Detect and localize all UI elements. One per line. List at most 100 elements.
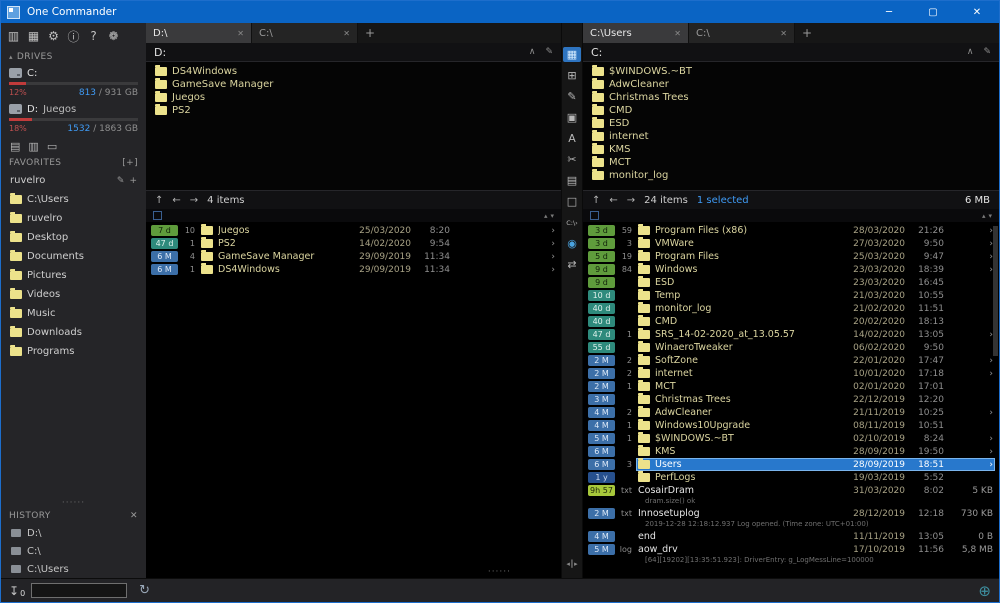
file-row-monitor-log[interactable]: 40 d monitor_log 21/02/2020 11:51 bbox=[583, 302, 999, 315]
settings-gear-icon[interactable]: ⚙ bbox=[44, 27, 63, 46]
file-row-internet[interactable]: 2 M 2 internet 10/01/2020 17:18 › bbox=[583, 367, 999, 380]
tab-close-icon[interactable]: ✕ bbox=[780, 29, 787, 38]
expand-chevron-icon[interactable]: › bbox=[949, 447, 995, 457]
file-row-program-files-x86[interactable]: 3 d 59 Program Files (x86) 28/03/2020 21:26 › bbox=[583, 224, 999, 237]
file-row-winaerotweaker[interactable]: 55 d WinaeroTweaker 06/02/2020 9:50 bbox=[583, 341, 999, 354]
edit-path-icon[interactable]: ✎ bbox=[983, 47, 991, 57]
device-eject-icon[interactable]: ▭ bbox=[47, 140, 57, 153]
paste-icon[interactable]: ▤ bbox=[563, 173, 581, 188]
drive-item-d[interactable]: D: Juegos 18% 1532 / 1863 GB bbox=[1, 101, 146, 137]
expand-chevron-icon[interactable]: › bbox=[949, 434, 995, 444]
edit-path-icon[interactable]: ✎ bbox=[545, 47, 553, 57]
drive-item-c[interactable]: C: 12% 813 / 931 GB bbox=[1, 65, 146, 101]
rename-icon[interactable]: A bbox=[563, 131, 581, 146]
expand-chevron-icon[interactable]: › bbox=[949, 408, 995, 418]
file-row-christmas-trees[interactable]: 3 M Christmas Trees 22/12/2019 12:20 bbox=[583, 393, 999, 406]
sort-desc-icon[interactable]: ▾ bbox=[988, 212, 992, 220]
favorite-item-downloads[interactable]: Downloads bbox=[1, 323, 146, 342]
file-row-windows[interactable]: 9 d 84 Windows 23/03/2020 18:39 › bbox=[583, 263, 999, 276]
scrollbar-thumb[interactable] bbox=[993, 226, 998, 356]
add-favorite-icon[interactable]: [+] bbox=[122, 158, 138, 168]
folder-item-mct[interactable]: MCT bbox=[583, 156, 999, 169]
expand-chevron-icon[interactable]: › bbox=[949, 460, 995, 470]
minimize-button[interactable]: ─ bbox=[867, 1, 911, 23]
panel-splitter-handle[interactable]: ◂┃▸ bbox=[562, 560, 582, 568]
nav-forward-icon[interactable]: → bbox=[627, 195, 635, 206]
file-row-windows10upgrade[interactable]: 4 M 1 Windows10Upgrade 08/11/2019 10:51 bbox=[583, 419, 999, 432]
folder-item-monitor-log[interactable]: monitor_log bbox=[583, 169, 999, 182]
expand-chevron-icon[interactable]: › bbox=[949, 330, 995, 340]
expand-chevron-icon[interactable]: › bbox=[455, 265, 557, 275]
file-row-gamesave-manager[interactable]: 6 M 4 GameSave Manager 29/09/2019 11:34 › bbox=[146, 250, 561, 263]
folder-item-christmas-trees[interactable]: Christmas Trees bbox=[583, 91, 999, 104]
folder-item-esd[interactable]: ESD bbox=[583, 117, 999, 130]
profile-row[interactable]: ruvelro ✎ + bbox=[1, 171, 146, 190]
help-icon[interactable]: ? bbox=[84, 27, 103, 46]
sort-asc-icon[interactable]: ▴ bbox=[982, 212, 986, 220]
file-row-temp[interactable]: 10 d Temp 21/03/2020 10:55 bbox=[583, 289, 999, 302]
file-row-adwcleaner[interactable]: 4 M 2 AdwCleaner 21/11/2019 10:25 › bbox=[583, 406, 999, 419]
column-settings-icon[interactable] bbox=[153, 211, 162, 220]
folder-item-cmd[interactable]: CMD bbox=[583, 104, 999, 117]
file-row-cmd[interactable]: 40 d CMD 20/02/2020 18:13 bbox=[583, 315, 999, 328]
favorite-item-programs[interactable]: Programs bbox=[1, 342, 146, 361]
favorite-item-desktop[interactable]: Desktop bbox=[1, 228, 146, 247]
info-icon[interactable]: ⓘ bbox=[64, 27, 83, 46]
expand-chevron-icon[interactable]: › bbox=[455, 226, 557, 236]
collapse-caret-icon[interactable]: ▴ bbox=[9, 53, 13, 61]
folder-item-windows-bt[interactable]: $WINDOWS.~BT bbox=[583, 65, 999, 78]
folder-item-juegos[interactable]: Juegos bbox=[146, 91, 561, 104]
file-row-users[interactable]: 6 M 3 Users 28/09/2019 18:51 › bbox=[583, 458, 999, 471]
eye-icon[interactable]: ◉ bbox=[563, 236, 581, 251]
file-row-perflogs[interactable]: 1 y PerfLogs 19/03/2019 5:52 bbox=[583, 471, 999, 484]
favorite-item-c-users[interactable]: C:\Users bbox=[1, 190, 146, 209]
folder-item-ds4windows[interactable]: DS4Windows bbox=[146, 65, 561, 78]
queue-button[interactable]: ↧ 0 bbox=[9, 584, 25, 598]
device-list-icon[interactable]: ▤ bbox=[10, 140, 20, 153]
favorite-item-music[interactable]: Music bbox=[1, 304, 146, 323]
copy-icon[interactable]: ▣ bbox=[563, 110, 581, 125]
tab-c[interactable]: C:\ ✕ bbox=[689, 23, 795, 43]
new-folder-icon[interactable]: ⊞ bbox=[563, 68, 581, 83]
collapse-pane-icon[interactable]: ∧ bbox=[967, 47, 974, 57]
folder-item-gamesave-manager[interactable]: GameSave Manager bbox=[146, 78, 561, 91]
tab-close-icon[interactable]: ✕ bbox=[674, 29, 681, 38]
expand-chevron-icon[interactable]: › bbox=[949, 265, 995, 275]
nav-back-icon[interactable]: ← bbox=[172, 195, 180, 206]
file-row-end[interactable]: 4 M end 11/11/2019 13:05 0 B bbox=[583, 530, 999, 543]
file-row-juegos[interactable]: 7 d 10 Juegos 25/03/2020 8:20 › bbox=[146, 224, 561, 237]
expand-chevron-icon[interactable]: › bbox=[949, 252, 995, 262]
sort-desc-icon[interactable]: ▾ bbox=[550, 212, 554, 220]
collapse-pane-icon[interactable]: ∧ bbox=[529, 47, 536, 57]
folder-item-internet[interactable]: internet bbox=[583, 130, 999, 143]
maximize-button[interactable]: ▢ bbox=[911, 1, 955, 23]
file-row-ps2[interactable]: 47 d 1 PS2 14/02/2020 9:54 › bbox=[146, 237, 561, 250]
file-row-vmware[interactable]: 3 d 3 VMWare 27/03/2020 9:50 › bbox=[583, 237, 999, 250]
column-settings-icon[interactable] bbox=[590, 211, 599, 220]
expand-chevron-icon[interactable]: › bbox=[455, 239, 557, 249]
file-row-ds4windows[interactable]: 6 M 1 DS4Windows 29/09/2019 11:34 › bbox=[146, 263, 561, 276]
close-history-icon[interactable]: ✕ bbox=[130, 511, 138, 521]
preview-image-icon[interactable]: ▦ bbox=[563, 47, 581, 62]
theme-flower-icon[interactable]: ❁ bbox=[104, 27, 123, 46]
file-row-windows-bt[interactable]: 5 M 1 $WINDOWS.~BT 02/10/2019 8:24 › bbox=[583, 432, 999, 445]
tab-c-users[interactable]: C:\Users ✕ bbox=[583, 23, 689, 43]
globe-icon[interactable]: ⊕ bbox=[978, 582, 991, 600]
nav-forward-icon[interactable]: → bbox=[190, 195, 198, 206]
history-item-c-users[interactable]: C:\Users bbox=[1, 560, 146, 578]
swap-panels-icon[interactable]: ⇄ bbox=[563, 257, 581, 272]
history-item-d[interactable]: D:\ bbox=[1, 524, 146, 542]
titlebar[interactable]: One Commander ─ ▢ ✕ bbox=[1, 1, 999, 23]
nav-back-icon[interactable]: ← bbox=[609, 195, 617, 206]
new-file-icon[interactable]: □ bbox=[563, 194, 581, 209]
new-tab-button[interactable]: + bbox=[795, 23, 819, 43]
favorite-item-ruvelro[interactable]: ruvelro bbox=[1, 209, 146, 228]
history-item-c[interactable]: C:\ bbox=[1, 542, 146, 560]
folder-item-kms[interactable]: KMS bbox=[583, 143, 999, 156]
refresh-icon[interactable]: ↻ bbox=[139, 583, 150, 598]
edit-file-icon[interactable]: ✎ bbox=[563, 89, 581, 104]
expand-chevron-icon[interactable]: › bbox=[455, 252, 557, 262]
expand-chevron-icon[interactable]: › bbox=[949, 356, 995, 366]
file-row-mct[interactable]: 2 M 1 MCT 02/01/2020 17:01 bbox=[583, 380, 999, 393]
new-tab-button[interactable]: + bbox=[358, 23, 382, 43]
